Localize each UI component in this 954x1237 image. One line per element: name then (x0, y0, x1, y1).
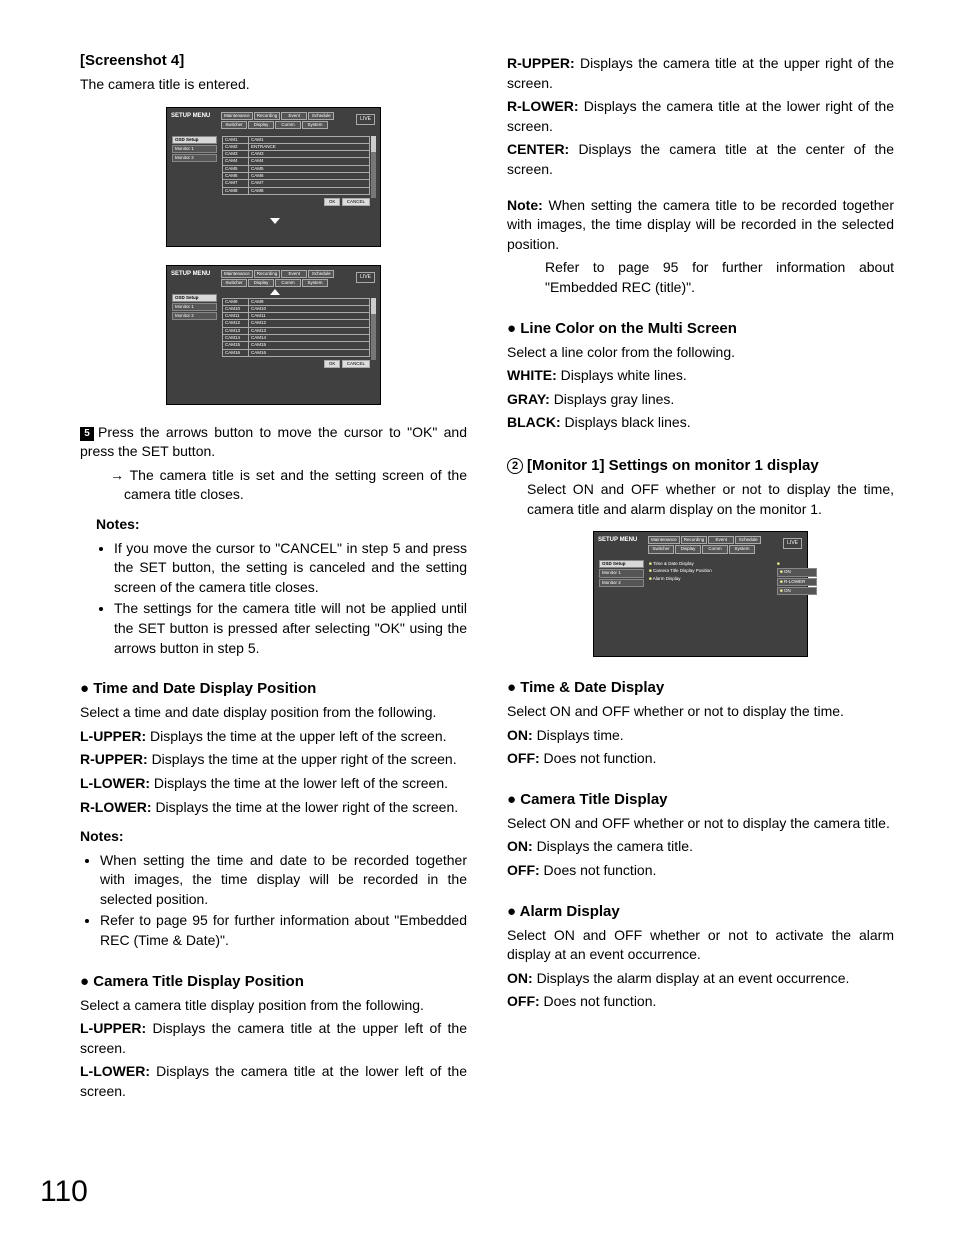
live-badge: LIVE (356, 114, 375, 125)
time-date-position-heading: Time and Date Display Position (80, 678, 467, 699)
screenshot-heading: [Screenshot 4] (80, 50, 467, 71)
section-number-icon: 2 (507, 458, 523, 474)
mock-title: SETUP MENU (171, 270, 210, 278)
mock-tabs-row2: Switcher Display Comm System (221, 121, 376, 129)
note-label: Note: (507, 197, 543, 213)
step-5: 5Press the arrows button to move the cur… (80, 423, 467, 462)
screenshot-4a: SETUP MENU Maintenance Recording Event S… (166, 107, 381, 247)
cancel-button: CANCEL (342, 198, 370, 206)
alarm-display-heading: Alarm Display (507, 901, 894, 922)
mock-tabs-row1: Maintenance Recording Event Schedule (221, 112, 376, 120)
time-date-display-heading: Time & Date Display (507, 677, 894, 698)
mock-title: SETUP MENU (171, 112, 210, 120)
ok-button: OK (324, 198, 341, 206)
notes-label: Notes: (80, 828, 124, 844)
step-number-icon: 5 (80, 427, 94, 441)
screenshot-intro: The camera title is entered. (80, 75, 467, 95)
notes-list: If you move the cursor to "CANCEL" in st… (80, 539, 467, 659)
mock-sidebar: OSD Setup Monitor 1 Monitor 2 (172, 136, 217, 164)
screenshot-4b: SETUP MENU Maintenance Recording Event S… (166, 265, 381, 405)
time-date-position-intro: Select a time and date display position … (80, 703, 467, 723)
monitor1-heading: 2[Monitor 1] Settings on monitor 1 displ… (507, 455, 894, 476)
monitor1-screenshot: SETUP MENU Maintenance Recording Event S… (593, 531, 808, 657)
step-5-result: The camera title is set and the setting … (110, 466, 467, 505)
chevron-up-icon (270, 289, 280, 295)
camera-title-display-heading: Camera Title Display (507, 789, 894, 810)
left-column: [Screenshot 4] The camera title is enter… (80, 50, 467, 1106)
notes-label: Notes: (96, 516, 140, 532)
camera-title-position-intro: Select a camera title display position f… (80, 996, 467, 1016)
line-color-heading: Line Color on the Multi Screen (507, 318, 894, 339)
camera-title-position-heading: Camera Title Display Position (80, 971, 467, 992)
scrollbar-icon (371, 136, 376, 198)
right-column: R-UPPER: Displays the camera title at th… (507, 50, 894, 1106)
page-number: 110 (40, 1171, 88, 1213)
mock-body: CAM1CAM1 CAM2ENTRANCE CAM3CAM3 CAM4CAM4 … (222, 136, 370, 207)
chevron-down-icon (270, 218, 280, 224)
